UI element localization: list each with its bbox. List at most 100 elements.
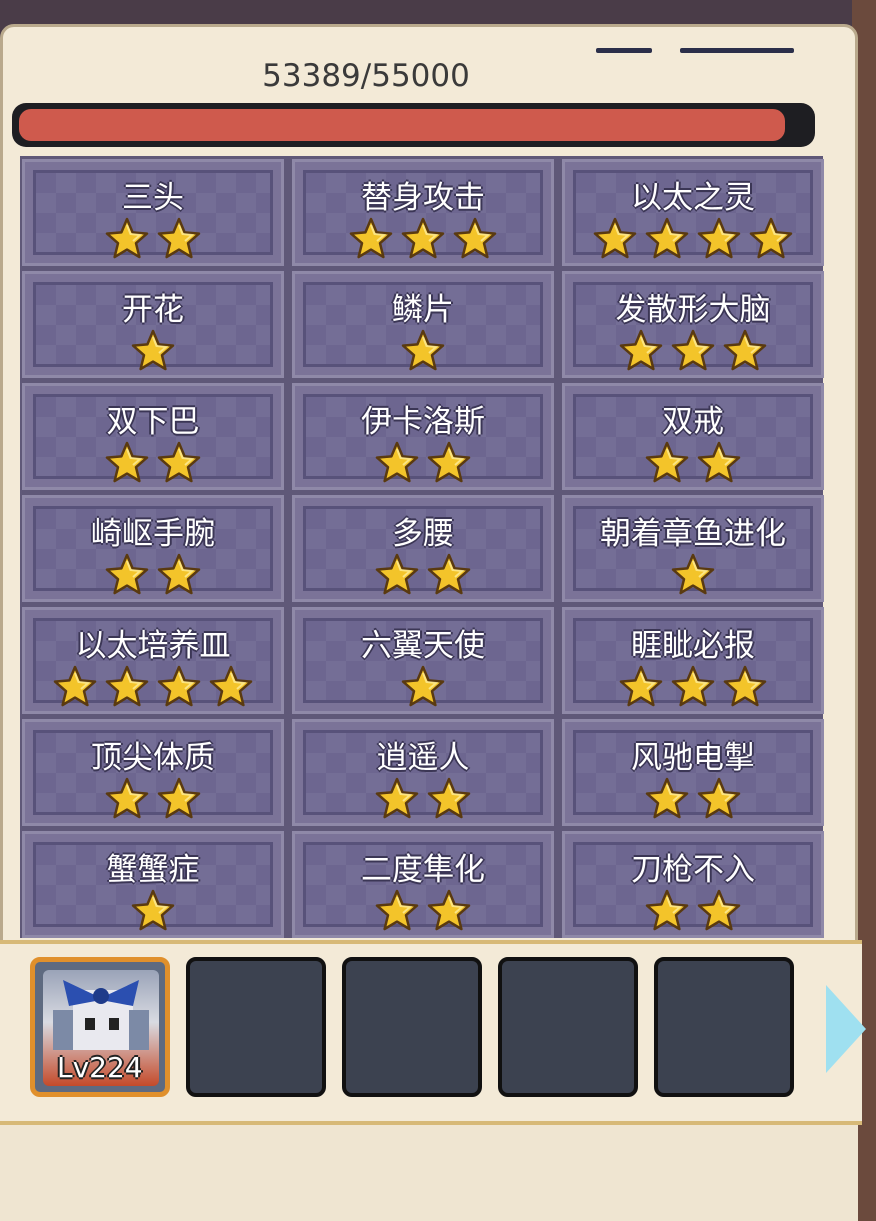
hero-portrait: Lv224 bbox=[43, 970, 159, 1086]
skill-name: 六翼天使 bbox=[361, 628, 485, 664]
star-icon bbox=[723, 665, 767, 707]
star-icon bbox=[697, 889, 741, 931]
arrow-right-icon[interactable] bbox=[826, 985, 866, 1073]
skill-card[interactable]: 睚眦必报 bbox=[562, 607, 824, 714]
skill-card[interactable]: 崎岖手腕 bbox=[22, 495, 284, 602]
skill-stars bbox=[295, 217, 551, 259]
skill-card[interactable]: 以太培养皿 bbox=[22, 607, 284, 714]
star-icon bbox=[401, 329, 445, 371]
skill-stars bbox=[295, 777, 551, 819]
star-icon bbox=[105, 441, 149, 483]
star-icon bbox=[619, 329, 663, 371]
skill-name: 蟹蟹症 bbox=[106, 852, 200, 888]
skill-card[interactable]: 二度隼化 bbox=[292, 831, 554, 938]
star-icon bbox=[375, 889, 419, 931]
hp-bar-fill bbox=[19, 109, 785, 141]
skill-name: 鳞片 bbox=[392, 292, 454, 328]
empty-slot[interactable] bbox=[342, 957, 482, 1097]
skill-stars bbox=[565, 441, 821, 483]
star-icon bbox=[105, 665, 149, 707]
skill-name: 以太之灵 bbox=[631, 180, 755, 216]
skill-name: 崎岖手腕 bbox=[91, 516, 215, 552]
star-icon bbox=[427, 553, 471, 595]
star-icon bbox=[209, 665, 253, 707]
skill-stars bbox=[25, 553, 281, 595]
star-icon bbox=[53, 665, 97, 707]
skill-card[interactable]: 替身攻击 bbox=[292, 159, 554, 266]
skill-name: 朝着章鱼进化 bbox=[600, 516, 786, 552]
skill-name: 替身攻击 bbox=[361, 180, 485, 216]
star-icon bbox=[697, 441, 741, 483]
skill-name: 双戒 bbox=[662, 404, 724, 440]
empty-slot[interactable] bbox=[654, 957, 794, 1097]
skill-name: 三头 bbox=[122, 180, 184, 216]
star-icon bbox=[157, 217, 201, 259]
star-icon bbox=[593, 217, 637, 259]
star-icon bbox=[131, 889, 175, 931]
skill-name: 以太培养皿 bbox=[75, 628, 231, 664]
hero-slot[interactable]: Lv224 bbox=[30, 957, 170, 1097]
star-icon bbox=[105, 777, 149, 819]
skill-stars bbox=[565, 329, 821, 371]
star-icon bbox=[749, 217, 793, 259]
star-icon bbox=[427, 889, 471, 931]
skill-card[interactable]: 朝着章鱼进化 bbox=[562, 495, 824, 602]
skill-card[interactable]: 六翼天使 bbox=[292, 607, 554, 714]
skill-card[interactable]: 逍遥人 bbox=[292, 719, 554, 826]
skill-card[interactable]: 伊卡洛斯 bbox=[292, 383, 554, 490]
skill-stars bbox=[25, 889, 281, 931]
hp-bar bbox=[12, 103, 815, 147]
skill-grid: 三头 替身攻击 以太之灵开花 鳞片 发散形大脑双下巴 伊卡洛斯 双戒崎岖手腕 多腰 朝着章鱼进化… bbox=[20, 156, 824, 938]
star-icon bbox=[697, 777, 741, 819]
star-icon bbox=[671, 553, 715, 595]
hp-value: 53389/55000 bbox=[262, 58, 470, 94]
skill-card[interactable]: 多腰 bbox=[292, 495, 554, 602]
skill-stars bbox=[565, 665, 821, 707]
star-icon bbox=[645, 217, 689, 259]
skill-card[interactable]: 顶尖体质 bbox=[22, 719, 284, 826]
skill-card[interactable]: 风驰电掣 bbox=[562, 719, 824, 826]
skill-stars bbox=[295, 889, 551, 931]
star-icon bbox=[157, 553, 201, 595]
star-icon bbox=[131, 329, 175, 371]
skill-card[interactable]: 三头 bbox=[22, 159, 284, 266]
skill-stars bbox=[25, 329, 281, 371]
skill-name: 双下巴 bbox=[106, 404, 200, 440]
skill-stars bbox=[295, 441, 551, 483]
star-icon bbox=[375, 553, 419, 595]
skill-stars bbox=[565, 553, 821, 595]
skill-name: 顶尖体质 bbox=[91, 740, 215, 776]
star-icon bbox=[401, 665, 445, 707]
empty-slot[interactable] bbox=[498, 957, 638, 1097]
skill-card[interactable]: 双戒 bbox=[562, 383, 824, 490]
skill-name: 开花 bbox=[122, 292, 184, 328]
skill-name: 睚眦必报 bbox=[631, 628, 755, 664]
skill-card[interactable]: 刀枪不入 bbox=[562, 831, 824, 938]
skill-stars bbox=[565, 777, 821, 819]
panel-decoration bbox=[596, 48, 652, 53]
skill-name: 逍遥人 bbox=[376, 740, 470, 776]
skill-stars bbox=[25, 777, 281, 819]
star-icon bbox=[645, 441, 689, 483]
star-icon bbox=[427, 441, 471, 483]
skill-card[interactable]: 鳞片 bbox=[292, 271, 554, 378]
star-icon bbox=[157, 665, 201, 707]
star-icon bbox=[671, 329, 715, 371]
skill-card[interactable]: 开花 bbox=[22, 271, 284, 378]
star-icon bbox=[401, 217, 445, 259]
skill-card[interactable]: 双下巴 bbox=[22, 383, 284, 490]
skill-card[interactable]: 蟹蟹症 bbox=[22, 831, 284, 938]
panel-footer bbox=[0, 1125, 858, 1221]
star-icon bbox=[105, 553, 149, 595]
star-icon bbox=[671, 665, 715, 707]
skill-card[interactable]: 以太之灵 bbox=[562, 159, 824, 266]
skill-name: 二度隼化 bbox=[361, 852, 485, 888]
skill-stars bbox=[565, 889, 821, 931]
skill-stars bbox=[295, 553, 551, 595]
star-icon bbox=[619, 665, 663, 707]
star-icon bbox=[645, 777, 689, 819]
skill-stars bbox=[565, 217, 821, 259]
skill-name: 风驰电掣 bbox=[631, 740, 755, 776]
skill-card[interactable]: 发散形大脑 bbox=[562, 271, 824, 378]
empty-slot[interactable] bbox=[186, 957, 326, 1097]
